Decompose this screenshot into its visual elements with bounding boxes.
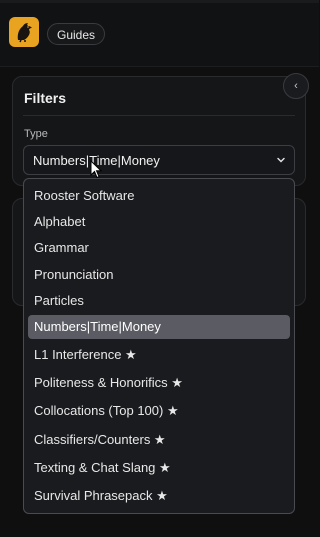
chevron-down-icon <box>277 157 285 163</box>
dropdown-option[interactable]: L1 Interference ★ <box>28 343 290 367</box>
dropdown-option[interactable]: Politeness & Honorifics ★ <box>28 371 290 395</box>
dropdown-option[interactable]: Rooster Software <box>28 184 290 208</box>
dropdown-option[interactable]: Texting & Chat Slang ★ <box>28 456 290 480</box>
collapse-panel-button[interactable]: ‹ <box>283 73 309 99</box>
type-dropdown-list: Rooster Software Alphabet Grammar Pronun… <box>23 178 295 514</box>
divider <box>23 115 295 116</box>
type-label: Type <box>24 128 48 140</box>
dropdown-option[interactable]: Collocations (Top 100) ★ <box>28 399 290 423</box>
mouse-cursor-icon <box>90 160 103 179</box>
dropdown-option[interactable]: Particles <box>28 289 290 313</box>
chevron-left-icon: ‹ <box>294 80 298 92</box>
dropdown-option-selected[interactable]: Numbers|Time|Money <box>28 315 290 339</box>
guides-button[interactable]: Guides <box>47 23 106 45</box>
dropdown-option[interactable]: Survival Phrasepack ★ <box>28 484 290 508</box>
top-edge <box>0 0 319 3</box>
top-bar: Guides <box>0 0 319 67</box>
dropdown-option[interactable]: Alphabet <box>28 210 290 234</box>
rooster-logo-icon[interactable] <box>9 17 39 47</box>
type-select[interactable]: Numbers|Time|Money <box>23 145 295 175</box>
filters-title: Filters <box>24 90 67 106</box>
dropdown-option[interactable]: Classifiers/Counters ★ <box>28 428 290 452</box>
dropdown-option[interactable]: Grammar <box>28 236 290 260</box>
dropdown-option[interactable]: Pronunciation <box>28 263 290 287</box>
